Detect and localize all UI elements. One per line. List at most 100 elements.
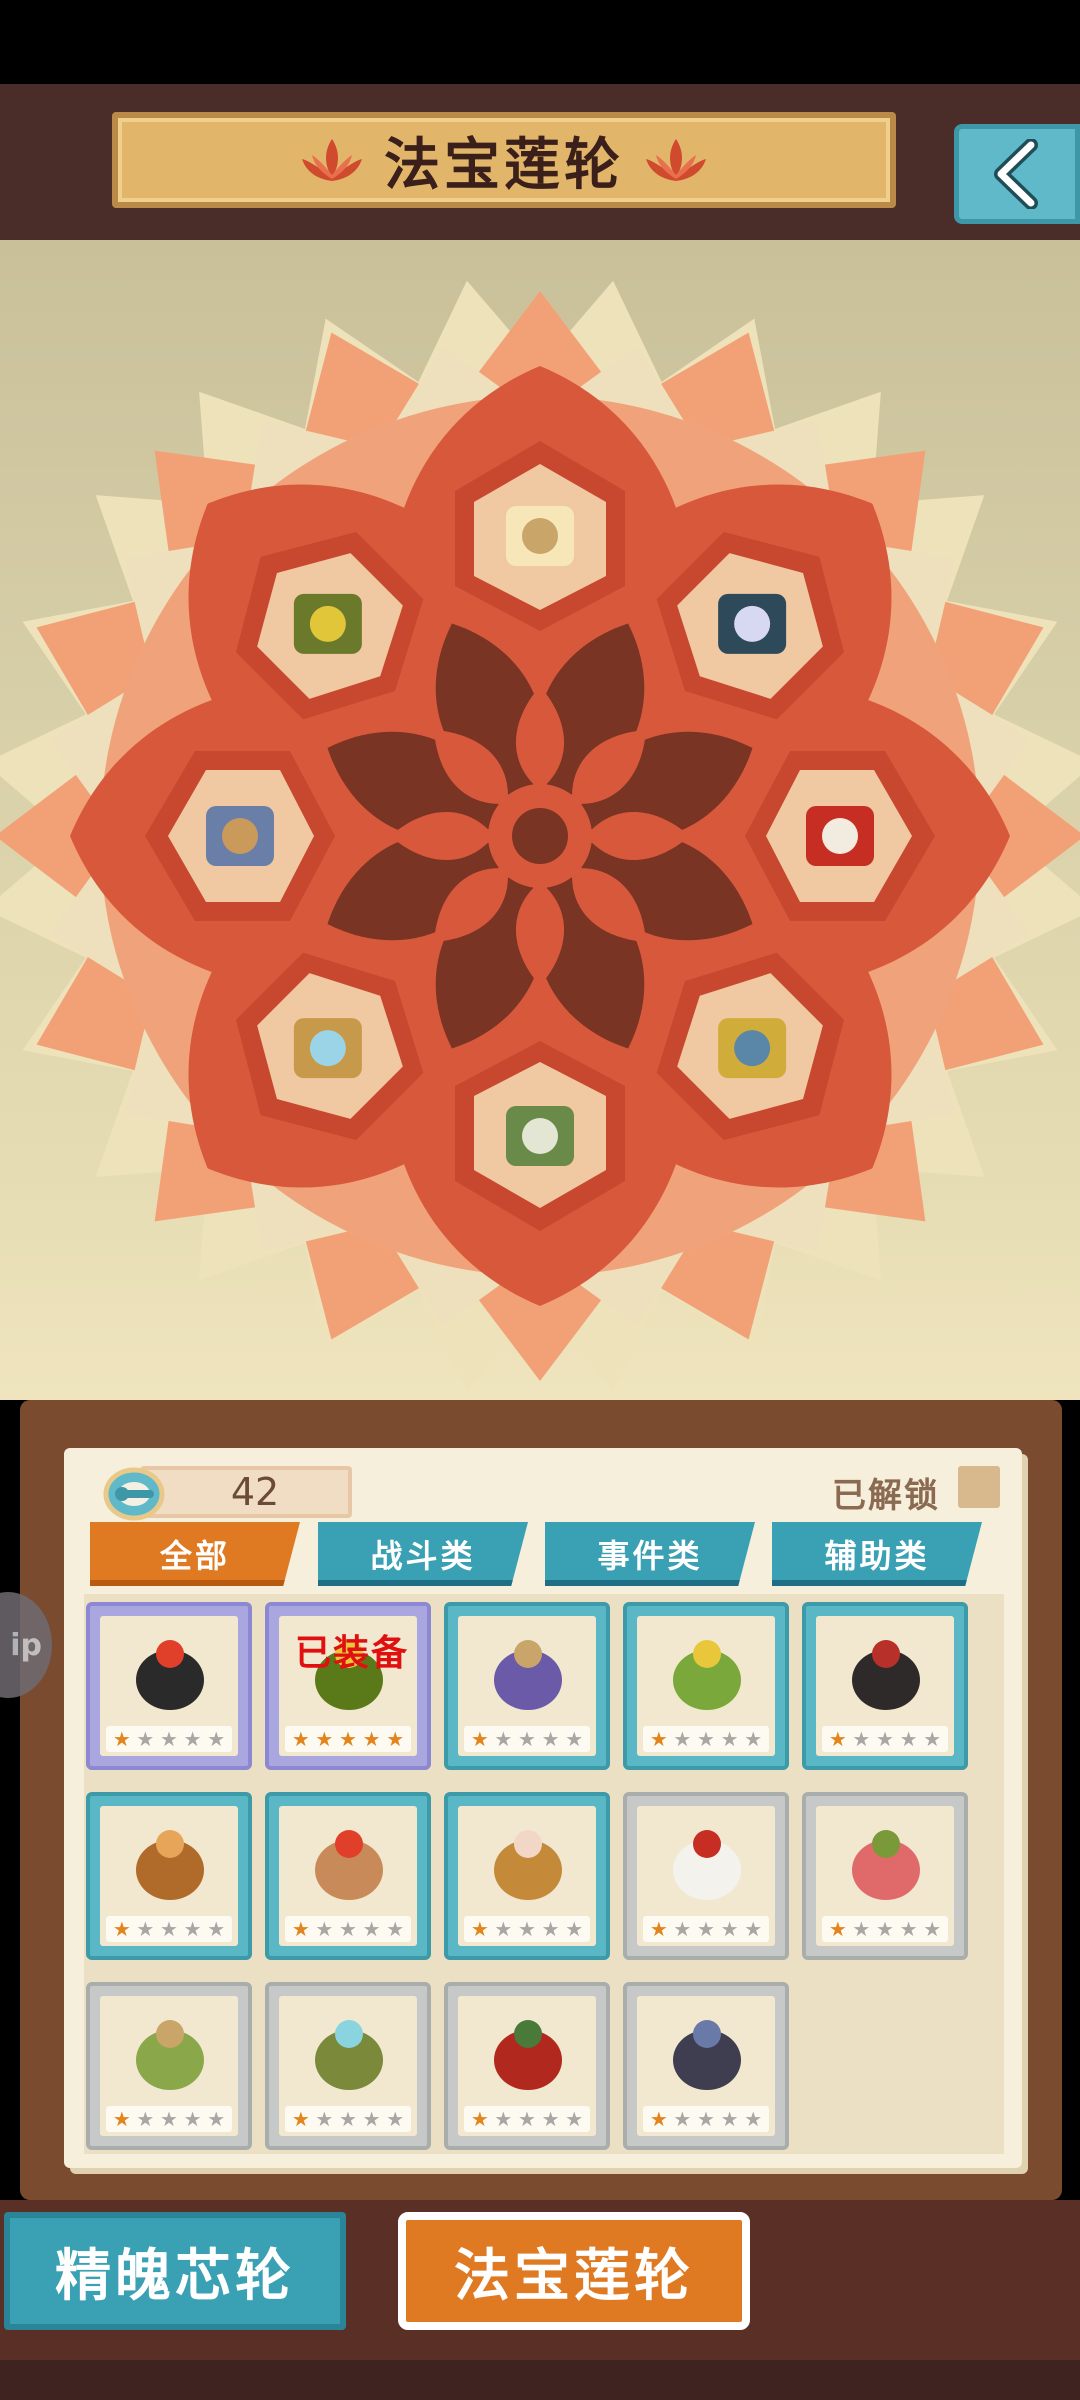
item-slot-golden-herb[interactable]: ★ ★ ★ ★ ★ 已装备 [265, 1602, 431, 1770]
bottom-floor [0, 2360, 1080, 2400]
flame-lamp-icon [136, 1640, 204, 1710]
star-icon: ★ [183, 1917, 202, 1941]
star-icon: ★ [339, 1917, 357, 1941]
panel-paper: 42 已解锁 全部 战斗类 事件类 辅助类 ★ ★ ★ ★ ★ ★ ★ ★ ★ ★ 已装备 ★ ★ ★ ★ ★… [64, 1448, 1022, 2168]
tab-support[interactable]: 辅助类 [772, 1522, 982, 1586]
star-icon: ★ [673, 1917, 692, 1941]
star-icon: ★ [386, 1727, 405, 1751]
star-icon: ★ [649, 1727, 668, 1751]
lotus-left-icon [302, 139, 362, 181]
star-rating: ★ ★ ★ ★ ★ [643, 1726, 769, 1752]
item-slot-purple-orbs[interactable]: ★ ★ ★ ★ ★ [444, 1602, 610, 1770]
tab-core-wheel[interactable]: 精魄芯轮 [4, 2212, 346, 2330]
title-banner: 法宝莲轮 [112, 112, 896, 208]
star-icon: ★ [207, 2107, 226, 2131]
star-icon: ★ [828, 1727, 847, 1751]
item-card: ★ ★ ★ ★ ★ [279, 1806, 417, 1946]
item-slot-fire-claw[interactable]: ★ ★ ★ ★ ★ [265, 1792, 431, 1960]
item-slot-dark-sword[interactable]: ★ ★ ★ ★ ★ [802, 1602, 968, 1770]
star-rating: ★ ★ ★ ★ ★ [643, 2106, 769, 2132]
star-icon: ★ [899, 1917, 918, 1941]
unlocked-label: 已解锁 [832, 1476, 940, 1516]
star-icon: ★ [315, 1727, 334, 1751]
tab-label: 事件类 [597, 1537, 703, 1575]
item-slot-flame-lamp[interactable]: ★ ★ ★ ★ ★ [86, 1602, 252, 1770]
star-icon: ★ [183, 2107, 202, 2131]
item-card: ★ ★ ★ ★ ★ [637, 1616, 775, 1756]
star-rating: ★ ★ ★ ★ ★ [106, 1916, 232, 1942]
star-icon: ★ [828, 1917, 847, 1941]
plum-blossom-icon [852, 1830, 920, 1900]
key-coin-icon [103, 1467, 165, 1521]
star-icon: ★ [565, 1917, 584, 1941]
currency-value: 42 [230, 1470, 280, 1514]
header: 法宝莲轮 [0, 84, 1080, 240]
star-icon: ★ [923, 1727, 942, 1751]
item-slot-plum-blossom[interactable]: ★ ★ ★ ★ ★ [802, 1792, 968, 1960]
item-slot-red-fruit[interactable]: ★ ★ ★ ★ ★ [444, 1982, 610, 2150]
item-slot-dark-ore[interactable]: ★ ★ ★ ★ ★ [623, 1982, 789, 2150]
item-card: ★ ★ ★ ★ ★ [458, 1616, 596, 1756]
item-card: ★ ★ ★ ★ ★ [816, 1806, 954, 1946]
star-icon: ★ [720, 1727, 739, 1751]
green-balls-icon [136, 2020, 204, 2090]
star-rating: ★ ★ ★ ★ ★ [464, 1916, 590, 1942]
tab-combat[interactable]: 战斗类 [318, 1522, 528, 1586]
lotus-wheel-stage [0, 240, 1080, 1400]
star-icon: ★ [112, 1727, 131, 1751]
tab-label: 全部 [159, 1537, 230, 1575]
item-grid: ★ ★ ★ ★ ★ ★ ★ ★ ★ ★ 已装备 ★ ★ ★ ★ ★ ★ ★ ★ ★ ★ ★ ★ ★ ★ ★ ★ ★ ★ ★ ★ ★ ★ ★ ★ ★ ★ ★… [84, 1594, 1004, 2154]
star-icon: ★ [565, 1727, 584, 1751]
tab-label: 法宝莲轮 [454, 2243, 694, 2309]
item-slot-white-vase[interactable]: ★ ★ ★ ★ ★ [623, 1792, 789, 1960]
star-icon: ★ [852, 1727, 871, 1751]
item-card: ★ ★ ★ ★ ★ [458, 1806, 596, 1946]
star-icon: ★ [697, 1917, 715, 1941]
item-card: ★ ★ ★ ★ ★ [100, 1996, 238, 2136]
tab-label: 精魄芯轮 [55, 2243, 295, 2309]
star-icon: ★ [136, 1727, 155, 1751]
star-icon: ★ [494, 1917, 513, 1941]
tab-event[interactable]: 事件类 [545, 1522, 755, 1586]
item-slot-green-gourd[interactable]: ★ ★ ★ ★ ★ [623, 1602, 789, 1770]
item-card: ★ ★ ★ ★ ★ [458, 1996, 596, 2136]
crescent-spear-icon [206, 806, 274, 866]
star-rating: ★ ★ ★ ★ ★ [464, 2106, 590, 2132]
star-rating: ★ ★ ★ ★ ★ [106, 2106, 232, 2132]
star-rating: ★ ★ ★ ★ ★ [285, 2106, 411, 2132]
star-icon: ★ [649, 2107, 668, 2131]
star-icon: ★ [362, 2107, 381, 2131]
item-card: ★ ★ ★ ★ ★ [100, 1616, 238, 1756]
star-icon: ★ [876, 1727, 894, 1751]
item-slot-lotus-seed[interactable]: ★ ★ ★ ★ ★ [444, 1792, 610, 1960]
back-button[interactable] [954, 124, 1080, 224]
item-slot-green-balls[interactable]: ★ ★ ★ ★ ★ [86, 1982, 252, 2150]
chevron-left-icon [994, 139, 1038, 209]
white-vase-icon [673, 1830, 741, 1900]
star-rating: ★ ★ ★ ★ ★ [822, 1726, 948, 1752]
prayer-beads-icon [136, 1830, 204, 1900]
tab-all[interactable]: 全部 [90, 1522, 300, 1586]
star-icon: ★ [852, 1917, 871, 1941]
item-slot-prayer-beads[interactable]: ★ ★ ★ ★ ★ [86, 1792, 252, 1960]
item-slot-water-bowl[interactable]: ★ ★ ★ ★ ★ [265, 1982, 431, 2150]
star-icon: ★ [876, 1917, 894, 1941]
star-icon: ★ [291, 1917, 310, 1941]
star-icon: ★ [315, 2107, 334, 2131]
water-bowl-icon [315, 2020, 383, 2090]
dark-ore-icon [673, 2020, 741, 2090]
purple-orbs-icon [494, 1640, 562, 1710]
star-icon: ★ [339, 2107, 357, 2131]
red-fruit-icon [494, 2020, 562, 2090]
lotus-wheel [0, 280, 1080, 1392]
help-label: ip [10, 1627, 42, 1663]
unlocked-checkbox[interactable] [958, 1466, 1000, 1508]
dark-sword-icon [852, 1640, 920, 1710]
tab-treasure-lotus[interactable]: 法宝莲轮 [398, 2212, 750, 2330]
golden-herb-icon [293, 593, 362, 654]
star-icon: ★ [720, 2107, 739, 2131]
star-icon: ★ [744, 1727, 763, 1751]
star-icon: ★ [386, 2107, 405, 2131]
item-card: ★ ★ ★ ★ ★ [279, 1996, 417, 2136]
star-icon: ★ [494, 2107, 513, 2131]
